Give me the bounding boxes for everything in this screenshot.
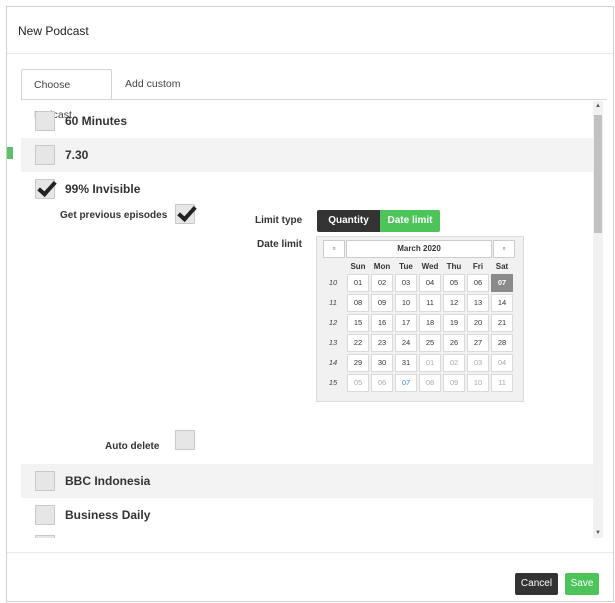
calendar-day[interactable]: 10 [395,294,417,312]
calendar-day[interactable]: 19 [443,314,465,332]
dow-header: Mon [373,262,391,271]
calendar-day[interactable]: 18 [419,314,441,332]
calendar-day[interactable]: 03 [395,274,417,292]
calendar-day[interactable]: 27 [467,334,489,352]
calendar-day[interactable]: 16 [371,314,393,332]
podcast-row[interactable]: BBC Indonesia [21,464,593,498]
podcast-name: BBC Indonesia [65,474,151,488]
auto-delete-checkbox[interactable] [175,430,195,450]
calendar-day[interactable]: 11 [491,374,513,392]
calendar-day[interactable]: 21 [491,314,513,332]
month-title[interactable]: March 2020 [346,240,492,258]
date-picker: ▫ March 2020 ▫ Sun Mon Tue Wed Thu Fri S… [316,236,524,402]
scroll-up-icon[interactable]: ▲ [595,103,601,109]
calendar-day[interactable]: 26 [443,334,465,352]
scroll-down-icon[interactable]: ▼ [595,530,601,536]
calendar-day[interactable]: 15 [347,314,369,332]
calendar-day[interactable]: 12 [443,294,465,312]
calendar-day[interactable]: 08 [347,294,369,312]
podcast-checkbox-checked[interactable] [35,179,55,199]
calendar-day[interactable]: 02 [371,274,393,292]
footer-divider [7,552,613,553]
podcast-row[interactable]: 99% Invisible [21,172,593,206]
dialog-title: New Podcast [18,24,89,38]
tab-divider [21,99,607,100]
calendar-day[interactable]: 03 [467,354,489,372]
calendar-day[interactable]: 04 [491,354,513,372]
calendar-day[interactable]: 17 [395,314,417,332]
prev-month-icon[interactable]: ▫ [323,240,345,258]
week-number: 13 [328,338,338,347]
podcast-row[interactable]: 60 Minutes [21,104,593,138]
podcast-name: 7.30 [65,148,89,162]
calendar-day[interactable]: 25 [419,334,441,352]
podcast-name: 99% Invisible [65,182,141,196]
tab-choose-podcast[interactable]: Choose Podcast [21,69,112,121]
dow-header: Fri [472,262,484,271]
calendar-day[interactable]: 10 [467,374,489,392]
limit-type-label: Limit type [255,215,303,226]
calendar-day[interactable]: 07 [395,374,417,392]
podcast-checkbox[interactable] [35,471,55,491]
calendar-day[interactable]: 01 [347,274,369,292]
limit-date-button[interactable]: Date limit [380,210,440,232]
limit-quantity-button[interactable]: Quantity [317,210,380,232]
calendar-day[interactable]: 05 [347,374,369,392]
calendar-day[interactable]: 28 [491,334,513,352]
get-previous-label: Get previous episodes [60,210,168,221]
scrollbar-thumb[interactable] [594,115,602,233]
calendar-day[interactable]: 13 [467,294,489,312]
week-number: 14 [328,358,338,367]
week-number: 15 [328,378,338,387]
list-scrollbar[interactable]: ▲ ▼ [593,101,603,538]
week-number: 12 [328,318,338,327]
calendar-day[interactable]: 22 [347,334,369,352]
podcast-checkbox[interactable] [35,505,55,525]
auto-delete-label: Auto delete [105,441,160,452]
header-divider [7,53,613,54]
podcast-name: Business Daily [65,508,151,522]
dow-header: Sun [350,262,366,271]
calendar-day[interactable]: 02 [443,354,465,372]
save-button[interactable]: Save [565,573,599,595]
podcast-name: 60 Minutes [65,114,128,128]
cancel-button[interactable]: Cancel [515,573,558,595]
week-number: 10 [328,278,338,287]
podcast-row[interactable]: Business Daily [21,498,593,532]
calendar-day[interactable]: 05 [443,274,465,292]
calendar-day[interactable]: 06 [371,374,393,392]
calendar-day[interactable]: 31 [395,354,417,372]
calendar-day[interactable]: 29 [347,354,369,372]
dow-header: Tue [399,262,413,271]
new-podcast-dialog: New Podcast Choose Podcast Add custom 60… [6,6,614,602]
calendar-day[interactable]: 06 [467,274,489,292]
dow-header: Thu [446,262,462,271]
next-month-icon[interactable]: ▫ [493,240,515,258]
calendar-day[interactable]: 20 [467,314,489,332]
dow-header: Wed [421,262,439,271]
podcast-checkbox[interactable] [35,111,55,131]
calendar-day[interactable]: 09 [371,294,393,312]
podcast-checkbox-partial[interactable] [35,535,55,538]
calendar-day-selected[interactable]: 07 [491,274,513,292]
calendar-day[interactable]: 04 [419,274,441,292]
calendar-day[interactable]: 11 [419,294,441,312]
calendar-day[interactable]: 14 [491,294,513,312]
podcast-row[interactable]: 7.30 [21,138,593,172]
week-number: 11 [329,298,337,307]
calendar-day[interactable]: 08 [419,374,441,392]
calendar-day[interactable]: 30 [371,354,393,372]
calendar-day[interactable]: 01 [419,354,441,372]
get-previous-checkbox[interactable] [175,204,195,224]
background-accent-strip [7,147,13,159]
calendar-day[interactable]: 09 [443,374,465,392]
date-limit-label: Date limit [257,239,303,250]
calendar-day[interactable]: 23 [371,334,393,352]
calendar-day[interactable]: 24 [395,334,417,352]
tab-add-custom[interactable]: Add custom [113,69,193,100]
dow-header: Sat [495,262,509,271]
podcast-checkbox[interactable] [35,145,55,165]
